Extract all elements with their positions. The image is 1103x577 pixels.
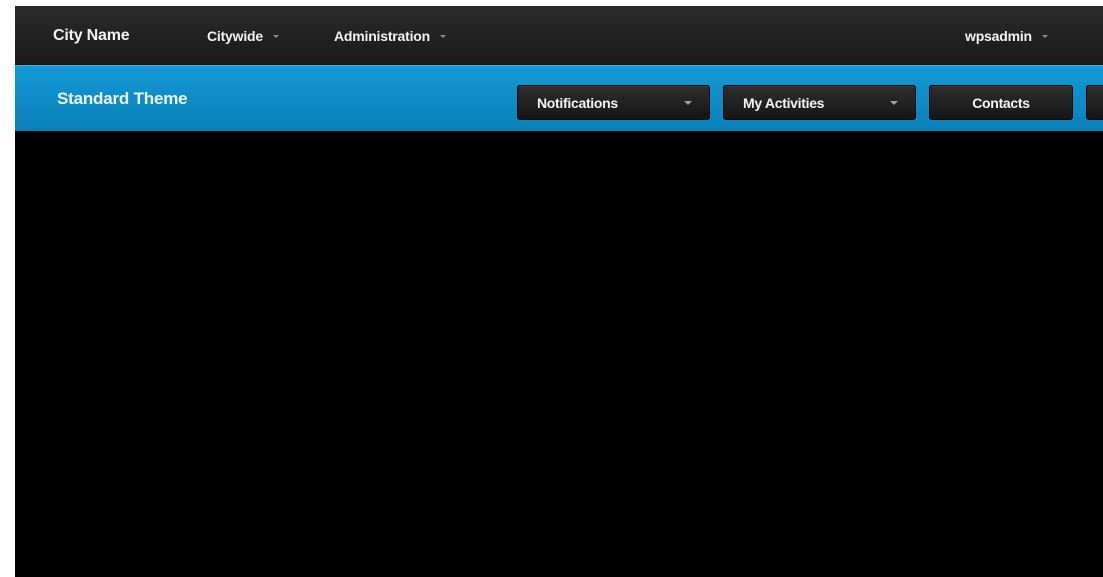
chevron-down-icon (684, 101, 692, 105)
administration-menu[interactable]: Administration (334, 6, 446, 65)
notifications-button-label: Notifications (537, 94, 618, 111)
theme-title: Standard Theme (57, 89, 188, 108)
chevron-down-icon (890, 101, 898, 105)
city-name-label: City Name (53, 26, 130, 44)
city-name-link[interactable]: City Name (53, 6, 130, 65)
my-activities-button[interactable]: My Activities (723, 85, 916, 120)
contacts-button[interactable]: Contacts (929, 85, 1073, 120)
theme-bar: Standard Theme Notifications My Activiti… (15, 65, 1103, 131)
chevron-down-icon (1041, 34, 1048, 38)
user-menu-label: wpsadmin (965, 27, 1032, 44)
citywide-menu-label: Citywide (207, 27, 263, 44)
portal-window: City Name Citywide Administration wpsadm… (15, 6, 1103, 577)
main-content-area (15, 131, 1103, 577)
contacts-button-label: Contacts (972, 94, 1030, 111)
overflow-button[interactable] (1086, 85, 1103, 120)
top-navigation-bar: City Name Citywide Administration wpsadm… (15, 6, 1103, 65)
administration-menu-label: Administration (334, 27, 430, 44)
citywide-menu[interactable]: Citywide (207, 6, 279, 65)
notifications-button[interactable]: Notifications (517, 85, 710, 120)
user-menu[interactable]: wpsadmin (965, 6, 1048, 65)
chevron-down-icon (272, 34, 279, 38)
my-activities-button-label: My Activities (743, 94, 825, 111)
chevron-down-icon (439, 34, 446, 38)
